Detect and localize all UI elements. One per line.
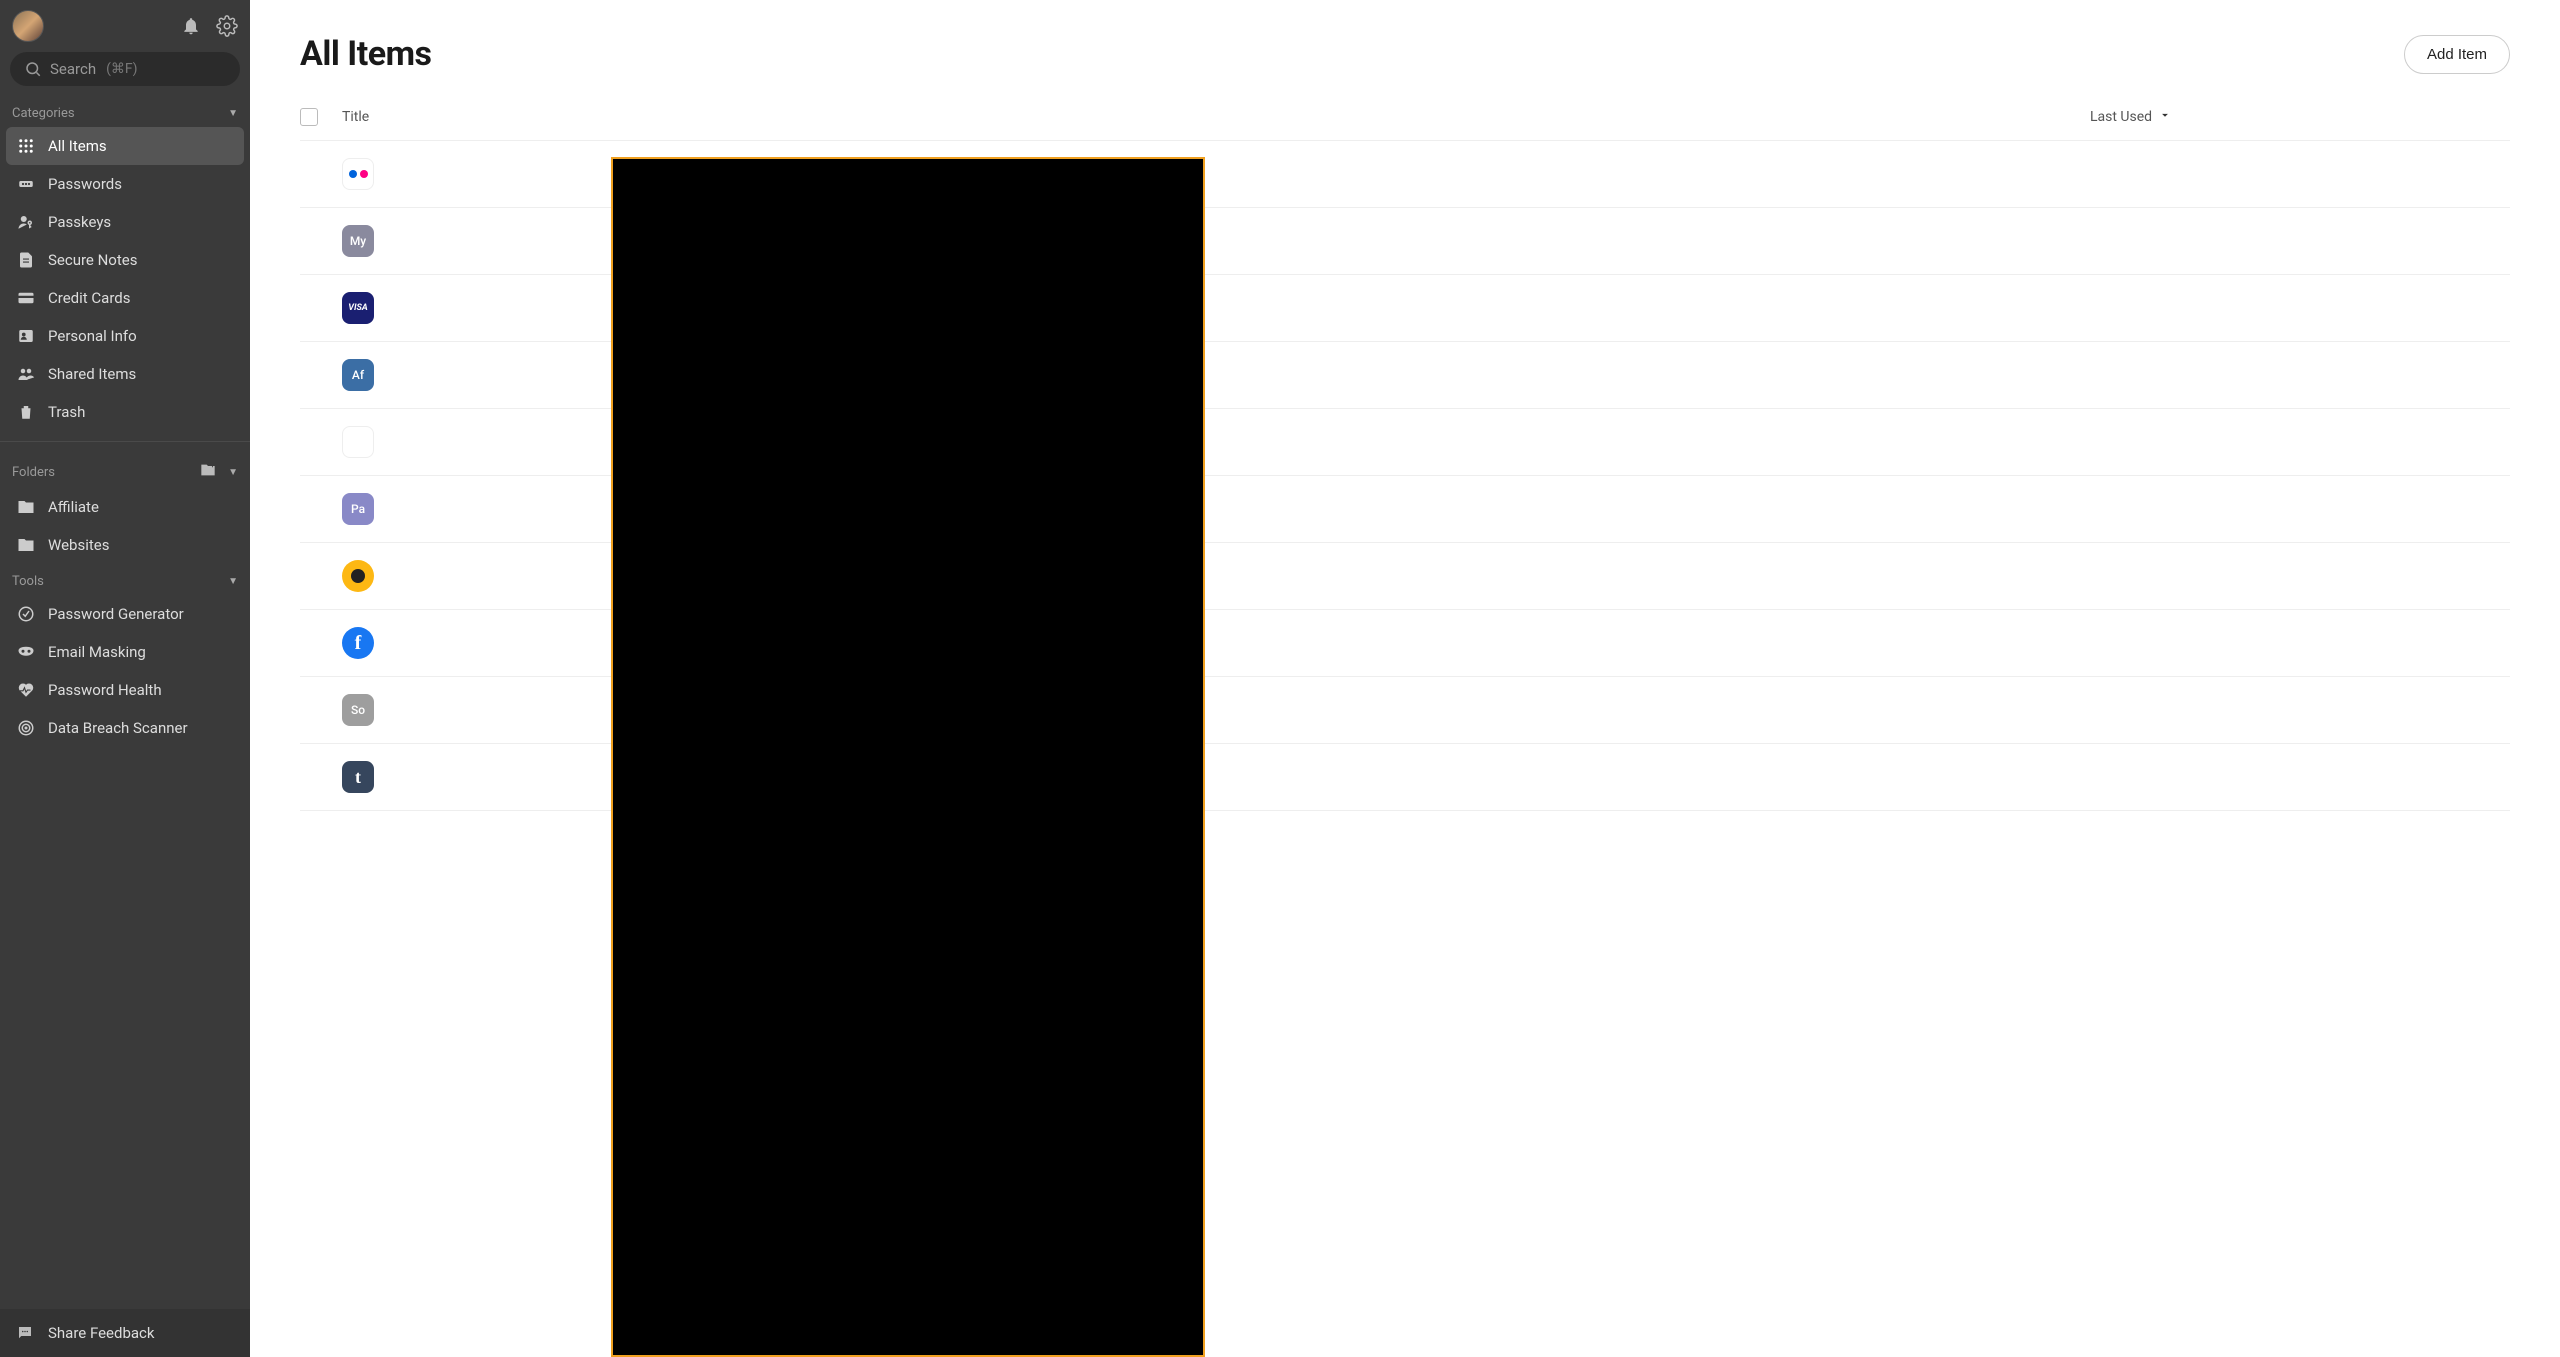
- sidebar-item-label: All Items: [48, 137, 107, 155]
- sidebar-item-label: Personal Info: [48, 327, 137, 345]
- my-icon: My: [342, 225, 374, 257]
- divider: [0, 441, 250, 442]
- column-title[interactable]: Title: [342, 109, 2090, 125]
- scanner-icon: [16, 718, 36, 738]
- pa-icon: Pa: [342, 493, 374, 525]
- redacted-region: [611, 157, 1205, 1357]
- cyberghost-icon: [342, 560, 374, 592]
- sidebar-item-password-health[interactable]: Password Health: [6, 671, 244, 709]
- grid-icon: [16, 136, 36, 156]
- gear-icon[interactable]: [216, 15, 238, 37]
- key-icon: [16, 174, 36, 194]
- tools-label: Tools: [12, 574, 44, 589]
- trash-icon: [16, 402, 36, 422]
- notifications-icon[interactable]: [180, 15, 202, 37]
- sidebar-item-password-generator[interactable]: Password Generator: [6, 595, 244, 633]
- visa-icon: VISA: [342, 292, 374, 324]
- facebook-icon: f: [342, 627, 374, 659]
- health-icon: [16, 680, 36, 700]
- section-header-categories[interactable]: Categories ▼: [0, 96, 250, 127]
- note-icon: [16, 250, 36, 270]
- sidebar-item-websites[interactable]: Websites: [6, 526, 244, 564]
- mask-icon: [16, 642, 36, 662]
- sidebar-item-label: Password Generator: [48, 605, 184, 623]
- avatar[interactable]: [12, 10, 44, 42]
- sidebar-item-label: Credit Cards: [48, 289, 130, 307]
- add-item-button[interactable]: Add Item: [2404, 35, 2510, 74]
- page-header: All Items Add Item: [300, 34, 2510, 74]
- sidebar: Search (⌘F) Categories ▼ All Items Passw…: [0, 0, 250, 1357]
- sidebar-item-shared-items[interactable]: Shared Items: [6, 355, 244, 393]
- main-content: All Items Add Item Title Last Used My VI…: [250, 0, 2560, 1357]
- sidebar-item-email-masking[interactable]: Email Masking: [6, 633, 244, 671]
- sidebar-item-label: Email Masking: [48, 643, 146, 661]
- so-icon: So: [342, 694, 374, 726]
- svg-text:+: +: [211, 462, 215, 470]
- search-wrap: Search (⌘F): [0, 52, 250, 96]
- sidebar-item-label: Trash: [48, 403, 85, 421]
- tools-list: Password Generator Email Masking Passwor…: [0, 595, 250, 747]
- select-all-cell: [300, 108, 342, 126]
- folders-list: Affiliate Websites: [0, 488, 250, 564]
- sidebar-item-secure-notes[interactable]: Secure Notes: [6, 241, 244, 279]
- sidebar-item-label: Data Breach Scanner: [48, 719, 188, 737]
- categories-label: Categories: [12, 106, 75, 121]
- column-last-used[interactable]: Last Used: [2090, 108, 2510, 126]
- sidebar-item-label: Shared Items: [48, 365, 136, 383]
- tumblr-icon: [342, 761, 374, 793]
- last-used-label: Last Used: [2090, 109, 2152, 125]
- generator-icon: [16, 604, 36, 624]
- select-all-checkbox[interactable]: [300, 108, 318, 126]
- folder-icon: [16, 497, 36, 517]
- table-header: Title Last Used: [300, 100, 2510, 141]
- share-feedback-button[interactable]: Share Feedback: [0, 1309, 250, 1357]
- sidebar-item-label: Affiliate: [48, 498, 99, 516]
- card-icon: [16, 288, 36, 308]
- search-shortcut: (⌘F): [106, 61, 137, 77]
- sidebar-item-label: Passkeys: [48, 213, 111, 231]
- sidebar-item-passwords[interactable]: Passwords: [6, 165, 244, 203]
- chevron-down-icon: ▼: [228, 467, 238, 478]
- af-icon: Af: [342, 359, 374, 391]
- sidebar-top: [0, 0, 250, 52]
- feedback-label: Share Feedback: [48, 1324, 155, 1342]
- chevron-down-icon: ▼: [228, 576, 238, 587]
- sidebar-item-label: Websites: [48, 536, 109, 554]
- sidebar-item-passkeys[interactable]: Passkeys: [6, 203, 244, 241]
- sidebar-item-all-items[interactable]: All Items: [6, 127, 244, 165]
- microsoft-icon: [342, 426, 374, 458]
- search-input[interactable]: Search (⌘F): [10, 52, 240, 86]
- chevron-down-icon: ▼: [228, 108, 238, 119]
- passkey-icon: [16, 212, 36, 232]
- search-icon: [24, 60, 42, 78]
- person-icon: [16, 326, 36, 346]
- sidebar-item-credit-cards[interactable]: Credit Cards: [6, 279, 244, 317]
- section-header-tools[interactable]: Tools ▼: [0, 564, 250, 595]
- section-header-folders[interactable]: Folders + ▼: [0, 452, 250, 488]
- people-icon: [16, 364, 36, 384]
- flickr-icon: [342, 158, 374, 190]
- search-placeholder: Search: [50, 60, 96, 78]
- chat-icon: [16, 1323, 36, 1343]
- sidebar-item-label: Secure Notes: [48, 251, 137, 269]
- top-icons: [180, 15, 238, 37]
- chevron-down-icon: [2158, 108, 2172, 126]
- folder-icon: [16, 535, 36, 555]
- add-folder-icon[interactable]: +: [198, 462, 218, 482]
- sidebar-item-personal-info[interactable]: Personal Info: [6, 317, 244, 355]
- sidebar-item-label: Passwords: [48, 175, 122, 193]
- sidebar-item-label: Password Health: [48, 681, 162, 699]
- page-title: All Items: [300, 34, 432, 74]
- sidebar-item-trash[interactable]: Trash: [6, 393, 244, 431]
- sidebar-item-data-breach-scanner[interactable]: Data Breach Scanner: [6, 709, 244, 747]
- folders-label: Folders: [12, 465, 55, 480]
- sidebar-item-affiliate[interactable]: Affiliate: [6, 488, 244, 526]
- categories-list: All Items Passwords Passkeys Secure Note…: [0, 127, 250, 431]
